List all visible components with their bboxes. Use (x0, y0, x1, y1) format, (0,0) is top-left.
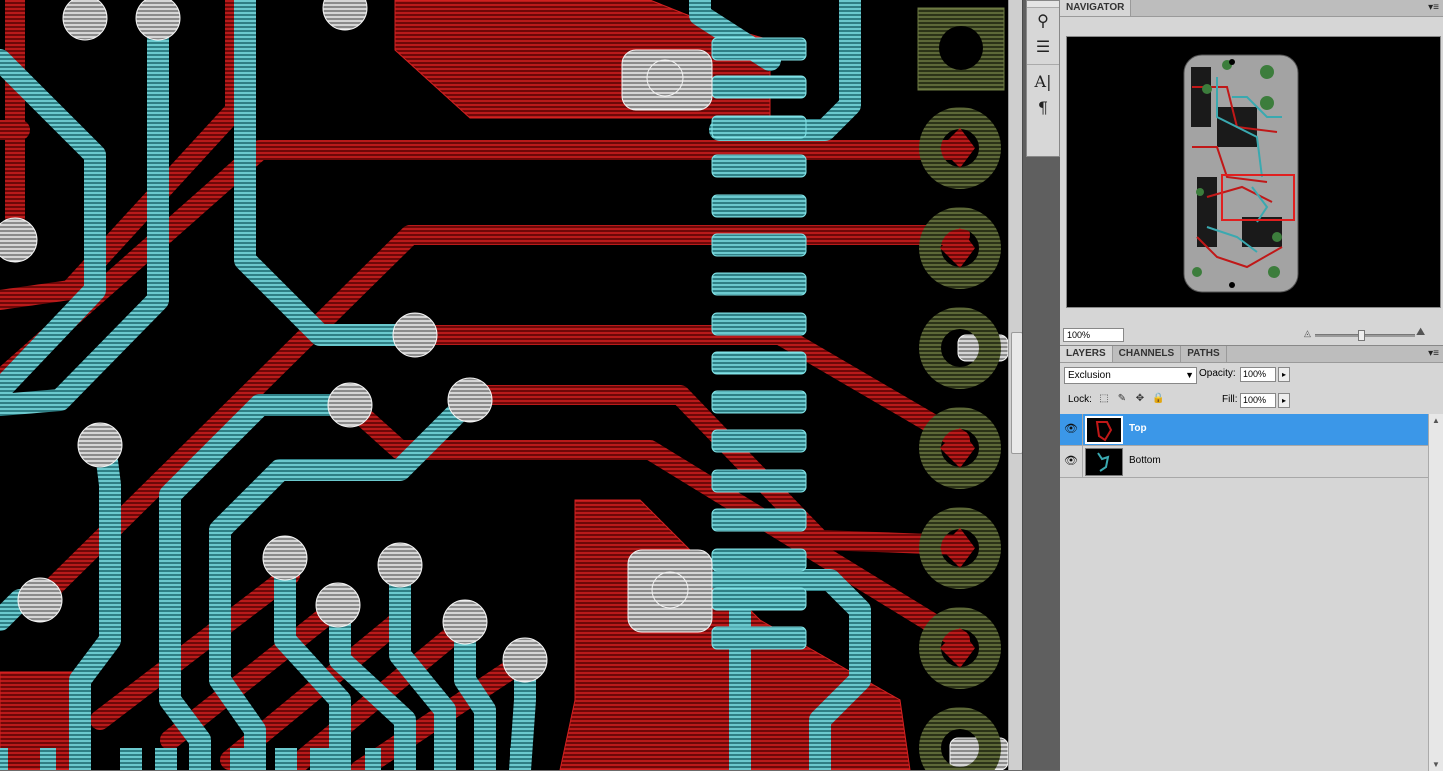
tab-channels[interactable]: CHANNELS (1113, 346, 1182, 362)
opacity-dropdown-icon[interactable]: ▸ (1278, 367, 1290, 382)
panel-dock-strip: ⚲ ☰ A| ¶ (1022, 0, 1061, 770)
navigator-thumbnail (1183, 54, 1299, 293)
tab-layers[interactable]: LAYERS (1060, 346, 1113, 362)
eye-icon[interactable]: 👁 (1064, 454, 1078, 468)
pcb-artwork (0, 0, 1008, 770)
scroll-down-icon[interactable]: ▼ (1432, 760, 1440, 769)
blend-mode-value: Exclusion (1068, 370, 1111, 381)
layer-name[interactable]: Bottom (1129, 455, 1161, 466)
lock-position-icon[interactable]: ✥ (1134, 393, 1146, 405)
blend-mode-select[interactable]: Exclusion ▼ (1064, 367, 1197, 384)
lock-label: Lock: (1068, 394, 1092, 405)
scroll-up-icon[interactable]: ▲ (1432, 416, 1440, 425)
fill-input[interactable]: 100% (1240, 393, 1276, 408)
visibility-toggle[interactable]: 👁 (1060, 414, 1083, 445)
tool-presets-icon[interactable]: ☰ (1027, 34, 1059, 60)
layers-tabbar: LAYERS CHANNELS PATHS ▾≡ (1060, 346, 1443, 363)
navigator-zoom-bar: 100% ◬ ⛰ (1060, 326, 1443, 344)
document-canvas[interactable] (0, 0, 1008, 770)
layer-row-top[interactable]: 👁 Top (1060, 414, 1428, 446)
paragraph-icon[interactable]: ¶ (1027, 94, 1059, 120)
layer-name[interactable]: Top (1129, 423, 1147, 434)
lock-transparent-icon[interactable]: ⬚ (1098, 393, 1110, 405)
visibility-toggle[interactable]: 👁 (1060, 446, 1083, 477)
mountain-small-icon[interactable]: ◬ (1304, 328, 1311, 339)
layers-scrollbar[interactable]: ▲ ▼ (1428, 414, 1443, 771)
header-pads (917, 7, 1005, 770)
layer-thumbnail (1085, 448, 1123, 476)
clone-source-icon[interactable]: ⚲ (1027, 8, 1059, 34)
layer-list: 👁 Top 👁 Bottom (1060, 414, 1428, 771)
canvas-vertical-scrollbar[interactable] (1008, 0, 1023, 770)
lock-all-icon[interactable]: 🔒 (1152, 393, 1164, 405)
navigator-tabbar: NAVIGATOR ▾≡ (1060, 0, 1443, 17)
zoom-slider[interactable] (1315, 334, 1415, 337)
fill-dropdown-icon[interactable]: ▸ (1278, 393, 1290, 408)
tab-navigator[interactable]: NAVIGATOR (1060, 0, 1132, 16)
collapsed-panels: ⚲ ☰ A| ¶ (1026, 0, 1060, 157)
fill-label: Fill: (1222, 394, 1238, 405)
opacity-input[interactable]: 100% (1240, 367, 1276, 382)
dock-grip[interactable] (1027, 1, 1059, 8)
lock-image-icon[interactable]: ✎ (1116, 393, 1128, 405)
panel-menu-icon[interactable]: ▾≡ (1428, 0, 1439, 16)
tab-paths[interactable]: PATHS (1181, 346, 1227, 362)
navigator-preview[interactable] (1066, 36, 1441, 308)
layers-panel-menu-icon[interactable]: ▾≡ (1428, 346, 1439, 362)
blend-row: Exclusion ▼ Opacity: 100% ▸ (1060, 363, 1443, 385)
layers-panel: LAYERS CHANNELS PATHS ▾≡ Exclusion ▼ Opaci… (1060, 345, 1443, 771)
right-panels: NAVIGATOR ▾≡ 100% ◬ ⛰ LAYERS CHANNELS PA… (1060, 0, 1443, 771)
mountain-large-icon[interactable]: ⛰ (1416, 326, 1425, 339)
chevron-down-icon: ▼ (1185, 370, 1194, 380)
zoom-level-input[interactable]: 100% (1063, 328, 1124, 342)
character-icon[interactable]: A| (1027, 68, 1059, 94)
opacity-label: Opacity: (1199, 368, 1236, 379)
layer-thumbnail (1085, 416, 1123, 444)
layer-row-bottom[interactable]: 👁 Bottom (1060, 446, 1428, 478)
navigator-panel: NAVIGATOR ▾≡ 100% ◬ ⛰ (1060, 0, 1443, 344)
lock-row: Lock: ⬚ ✎ ✥ 🔒 Fill: 100% ▸ (1060, 389, 1443, 411)
zoom-slider-thumb[interactable] (1358, 330, 1365, 341)
eye-icon[interactable]: 👁 (1064, 422, 1078, 436)
